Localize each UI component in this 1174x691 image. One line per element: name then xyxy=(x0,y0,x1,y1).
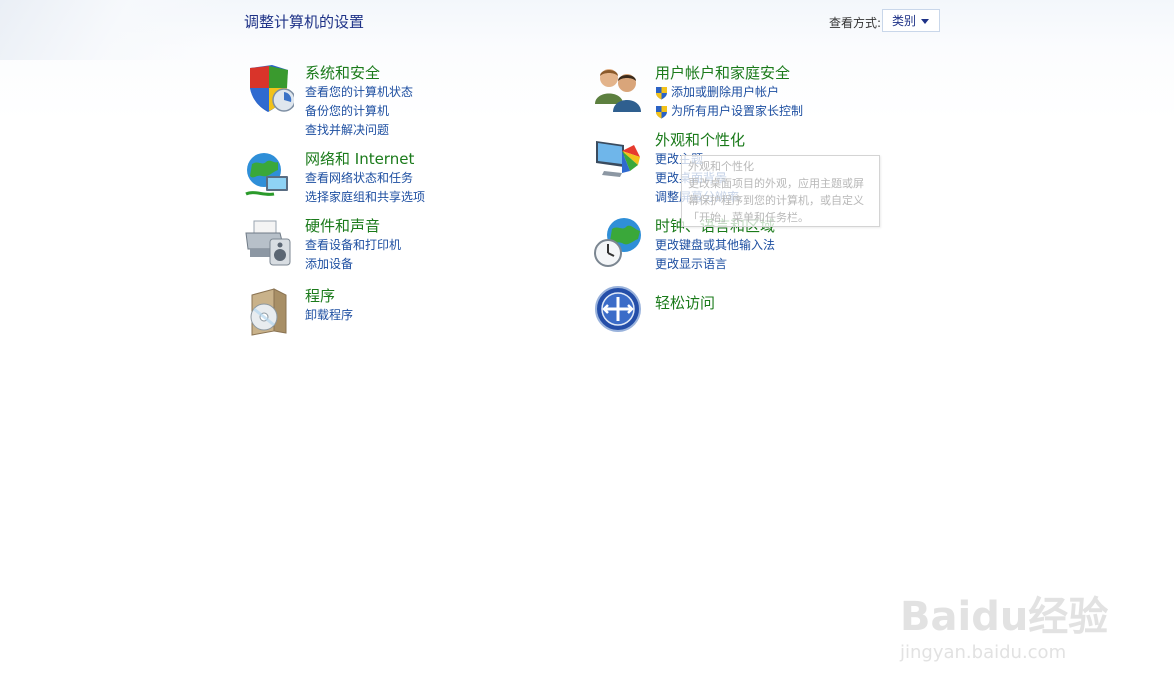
network-globe-icon[interactable] xyxy=(244,150,294,200)
link-devices-printers[interactable]: 查看设备和打印机 xyxy=(305,236,401,255)
baidu-watermark: Baidu经验 jingyan.baidu.com xyxy=(900,570,1130,670)
page-title: 调整计算机的设置 xyxy=(244,13,365,31)
link-add-device[interactable]: 添加设备 xyxy=(305,255,401,274)
printer-speaker-icon[interactable] xyxy=(244,217,294,267)
category-title[interactable]: 用户帐户和家庭安全 xyxy=(655,64,803,83)
users-icon[interactable] xyxy=(594,64,644,114)
category-title[interactable]: 外观和个性化 xyxy=(655,131,745,150)
link-change-display-language[interactable]: 更改显示语言 xyxy=(655,255,775,274)
programs-disc-icon[interactable] xyxy=(244,287,294,337)
uac-shield-icon xyxy=(656,105,667,118)
view-by-label: 查看方式: xyxy=(829,16,882,30)
tooltip-body: 更改桌面项目的外观，应用主题或屏幕保护程序到您的计算机，或自定义「开始」菜单和任… xyxy=(688,177,864,224)
shield-icon[interactable] xyxy=(244,64,294,114)
link-homegroup-sharing[interactable]: 选择家庭组和共享选项 xyxy=(305,188,425,207)
tooltip-title: 外观和个性化 xyxy=(688,160,754,173)
link-label: 为所有用户设置家长控制 xyxy=(671,104,804,118)
category-title[interactable]: 网络和 Internet xyxy=(305,150,425,169)
tooltip: 外观和个性化 更改桌面项目的外观，应用主题或屏幕保护程序到您的计算机，或自定义「… xyxy=(681,155,880,227)
view-by-value: 类别 xyxy=(892,14,917,28)
link-parental-controls[interactable]: 为所有用户设置家长控制 xyxy=(655,102,803,121)
category-title[interactable]: 系统和安全 xyxy=(305,64,413,83)
ease-of-access-icon[interactable] xyxy=(594,285,644,335)
chevron-down-icon xyxy=(921,19,929,24)
category-title[interactable]: 程序 xyxy=(305,287,353,306)
background-streak xyxy=(0,0,260,60)
uac-shield-icon xyxy=(656,86,667,99)
link-backup-computer[interactable]: 备份您的计算机 xyxy=(305,102,413,121)
link-label: 添加或删除用户帐户 xyxy=(671,85,780,99)
category-title[interactable]: 轻松访问 xyxy=(655,294,715,313)
link-uninstall-program[interactable]: 卸载程序 xyxy=(305,306,353,325)
clock-globe-icon[interactable] xyxy=(594,217,644,267)
link-view-network-status[interactable]: 查看网络状态和任务 xyxy=(305,169,425,188)
link-view-computer-status[interactable]: 查看您的计算机状态 xyxy=(305,83,413,102)
link-add-remove-accounts[interactable]: 添加或删除用户帐户 xyxy=(655,83,803,102)
link-find-fix-problems[interactable]: 查找并解决问题 xyxy=(305,121,413,140)
link-change-keyboard[interactable]: 更改键盘或其他输入法 xyxy=(655,236,775,255)
monitor-palette-icon[interactable] xyxy=(594,131,644,181)
view-by-dropdown[interactable]: 类别 xyxy=(882,9,940,32)
watermark-url: jingyan.baidu.com xyxy=(900,642,1067,663)
watermark-logo-text: Baidu经验 xyxy=(900,594,1109,640)
category-title[interactable]: 硬件和声音 xyxy=(305,217,401,236)
